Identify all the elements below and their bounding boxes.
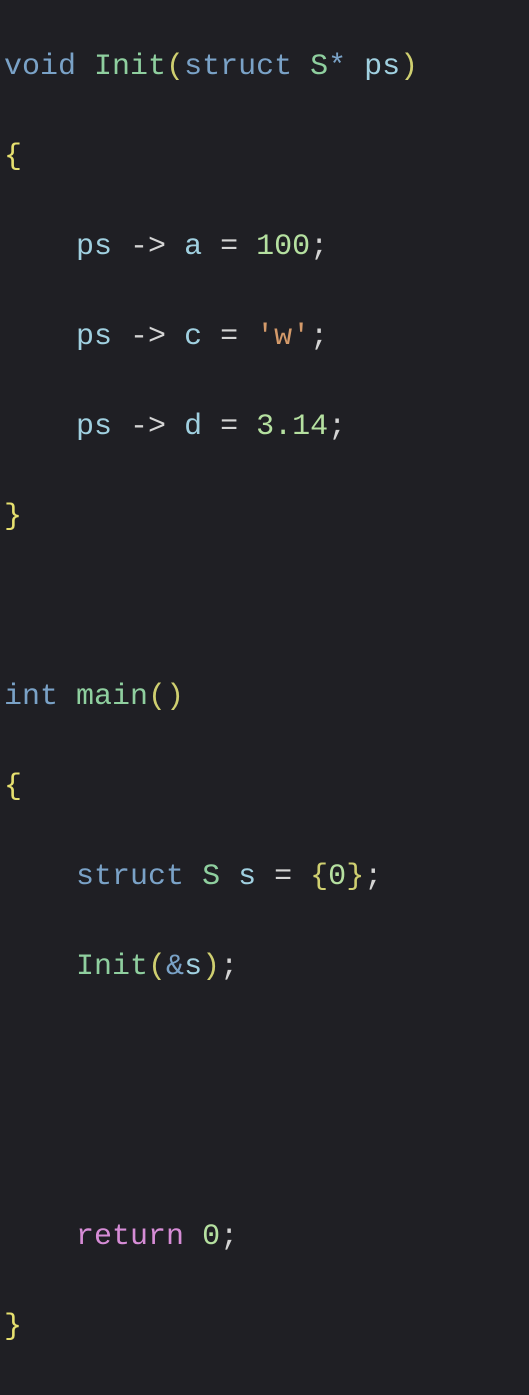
code-line-5: ps -> d = 3.14; xyxy=(4,405,525,450)
indent xyxy=(4,950,76,984)
paren-close: ) xyxy=(202,950,220,984)
paren-open: ( xyxy=(166,50,184,84)
brace-close: } xyxy=(346,860,364,894)
paren-open: ( xyxy=(148,680,166,714)
code-line-15: } xyxy=(4,1305,525,1350)
space xyxy=(238,410,256,444)
member: a xyxy=(184,230,202,264)
arrow-op: -> xyxy=(130,320,166,354)
number-literal: 100 xyxy=(256,230,310,264)
indent xyxy=(4,230,76,264)
member: c xyxy=(184,320,202,354)
space xyxy=(256,860,274,894)
number-literal: 3.14 xyxy=(256,410,328,444)
code-line-14: return 0; xyxy=(4,1215,525,1260)
equals-op: = xyxy=(220,230,238,264)
code-line-8: int main() xyxy=(4,675,525,720)
brace-close: } xyxy=(4,1310,22,1344)
address-op: & xyxy=(166,950,184,984)
variable: ps xyxy=(76,230,112,264)
paren-close: ) xyxy=(400,50,418,84)
type-name: S xyxy=(202,860,220,894)
variable: s xyxy=(238,860,256,894)
space xyxy=(166,410,184,444)
type-name: S xyxy=(310,50,328,84)
blank xyxy=(4,590,22,624)
brace-open: { xyxy=(310,860,328,894)
code-line-blank xyxy=(4,1035,525,1080)
semicolon: ; xyxy=(220,1220,238,1254)
indent xyxy=(4,320,76,354)
keyword-struct: struct xyxy=(76,860,184,894)
space xyxy=(238,320,256,354)
semicolon: ; xyxy=(220,950,238,984)
equals-op: = xyxy=(220,410,238,444)
space xyxy=(292,860,310,894)
function-name: Init xyxy=(94,50,166,84)
number-literal: 0 xyxy=(328,860,346,894)
space xyxy=(292,50,310,84)
brace-close: } xyxy=(4,500,22,534)
keyword-struct: struct xyxy=(184,50,292,84)
code-line-11: Init(&s); xyxy=(4,945,525,990)
space xyxy=(76,50,94,84)
code-line-1: void Init(struct S* ps) xyxy=(4,45,525,90)
argument: s xyxy=(184,950,202,984)
space xyxy=(112,320,130,354)
brace-open: { xyxy=(4,140,22,174)
space xyxy=(112,230,130,264)
code-line-blank xyxy=(4,1125,525,1170)
function-call: Init xyxy=(76,950,148,984)
blank xyxy=(4,1130,22,1164)
space xyxy=(166,230,184,264)
semicolon: ; xyxy=(328,410,346,444)
space xyxy=(202,410,220,444)
indent xyxy=(4,860,76,894)
space xyxy=(166,320,184,354)
code-line-3: ps -> a = 100; xyxy=(4,225,525,270)
variable: ps xyxy=(76,320,112,354)
indent xyxy=(4,1220,76,1254)
semicolon: ; xyxy=(364,860,382,894)
space xyxy=(346,50,364,84)
equals-op: = xyxy=(220,320,238,354)
blank xyxy=(4,1040,22,1074)
code-line-2: { xyxy=(4,135,525,180)
star-op: * xyxy=(328,50,346,84)
indent xyxy=(4,410,76,444)
code-line-9: { xyxy=(4,765,525,810)
char-literal: 'w' xyxy=(256,320,310,354)
space xyxy=(112,410,130,444)
space xyxy=(58,680,76,714)
paren-open: ( xyxy=(148,950,166,984)
space xyxy=(220,860,238,894)
code-block: void Init(struct S* ps) { ps -> a = 100;… xyxy=(0,0,529,1395)
space xyxy=(184,860,202,894)
paren-close: ) xyxy=(166,680,184,714)
keyword-return: return xyxy=(76,1220,184,1254)
semicolon: ; xyxy=(310,230,328,264)
space xyxy=(184,1220,202,1254)
keyword-void: void xyxy=(4,50,76,84)
space xyxy=(202,230,220,264)
space xyxy=(202,320,220,354)
variable: ps xyxy=(76,410,112,444)
brace-open: { xyxy=(4,770,22,804)
function-name: main xyxy=(76,680,148,714)
number-literal: 0 xyxy=(202,1220,220,1254)
code-line-10: struct S s = {0}; xyxy=(4,855,525,900)
semicolon: ; xyxy=(310,320,328,354)
keyword-int: int xyxy=(4,680,58,714)
code-line-blank xyxy=(4,585,525,630)
arrow-op: -> xyxy=(130,230,166,264)
code-line-4: ps -> c = 'w'; xyxy=(4,315,525,360)
arrow-op: -> xyxy=(130,410,166,444)
code-line-6: } xyxy=(4,495,525,540)
space xyxy=(238,230,256,264)
param-name: ps xyxy=(364,50,400,84)
equals-op: = xyxy=(274,860,292,894)
member: d xyxy=(184,410,202,444)
